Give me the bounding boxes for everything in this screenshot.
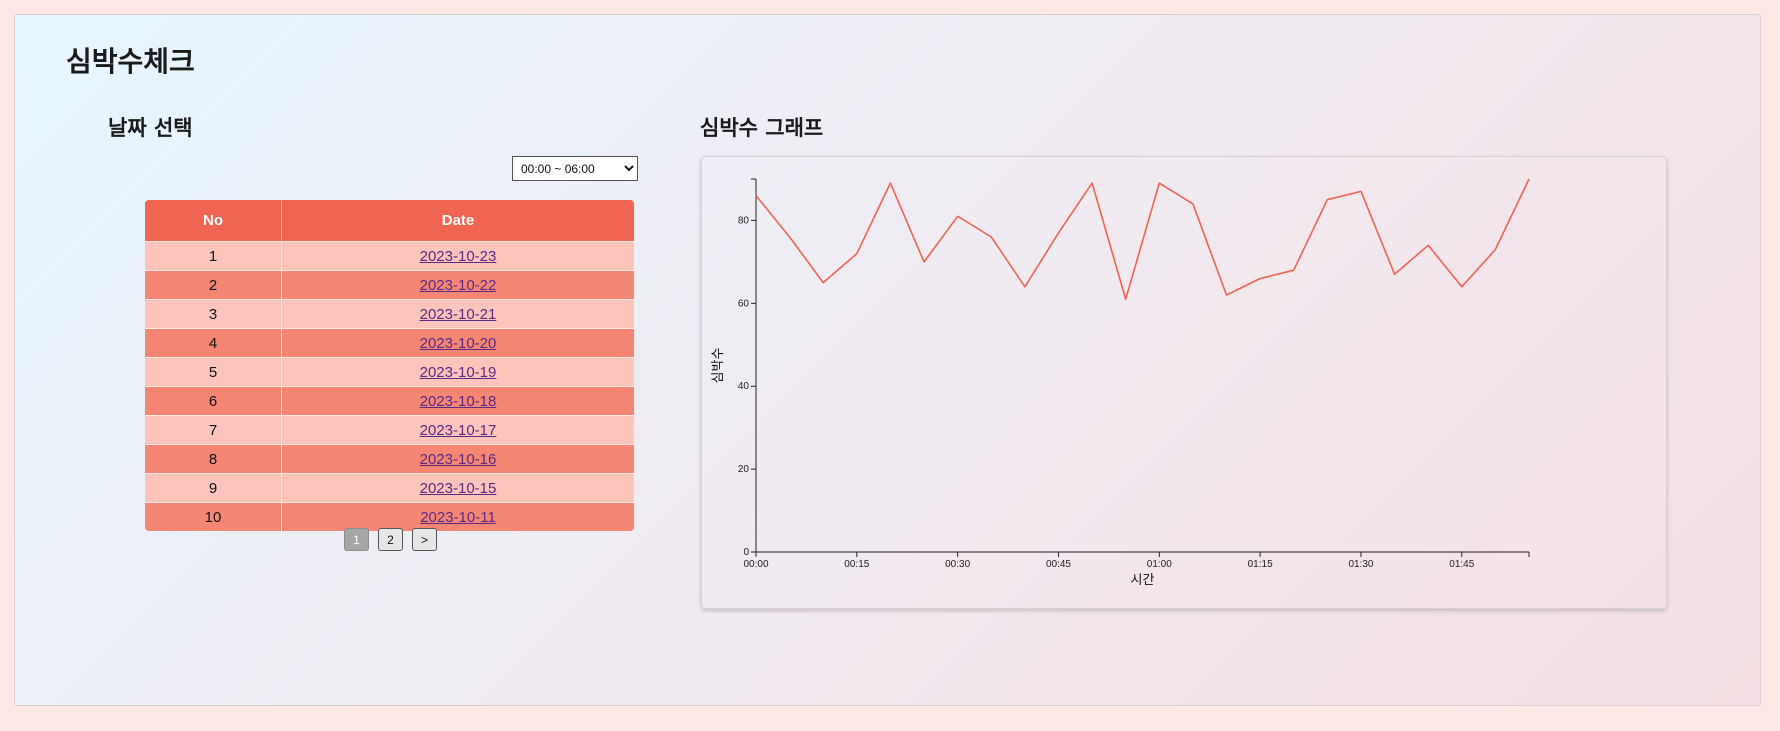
row-number: 7 — [145, 415, 282, 445]
date-link[interactable]: 2023-10-11 — [420, 509, 496, 526]
y-tick-label: 0 — [743, 547, 749, 558]
date-cell: 2023-10-16 — [281, 444, 634, 474]
date-cell: 2023-10-20 — [281, 328, 634, 358]
table-row: 9 2023-10-15 — [145, 473, 634, 503]
y-axis-label: 심박수 — [711, 348, 726, 384]
page-button-2[interactable]: 2 — [378, 528, 403, 551]
row-number: 10 — [145, 502, 282, 531]
date-link[interactable]: 2023-10-23 — [420, 248, 497, 265]
table-row: 3 2023-10-21 — [145, 299, 634, 329]
header-no: No — [145, 200, 282, 242]
pagination: 1 2 > — [344, 528, 437, 551]
date-cell: 2023-10-15 — [281, 473, 634, 503]
date-link[interactable]: 2023-10-15 — [420, 480, 497, 497]
row-number: 9 — [145, 473, 282, 503]
table-header-row: No Date — [145, 200, 634, 242]
table-row: 7 2023-10-17 — [145, 415, 634, 445]
heart-rate-line — [755, 178, 1530, 300]
x-tick-label: 01:45 — [1449, 559, 1474, 570]
table-row: 6 2023-10-18 — [145, 386, 634, 416]
date-link[interactable]: 2023-10-20 — [420, 335, 497, 352]
y-tick-label: 20 — [738, 464, 750, 475]
date-link[interactable]: 2023-10-18 — [420, 393, 497, 410]
time-range-select[interactable]: 00:00 ~ 06:00 — [512, 156, 638, 181]
date-link[interactable]: 2023-10-19 — [420, 364, 497, 381]
row-number: 8 — [145, 444, 282, 474]
x-tick-label: 00:00 — [743, 559, 768, 570]
row-number: 5 — [145, 357, 282, 387]
date-cell: 2023-10-19 — [281, 357, 634, 387]
y-tick-label: 80 — [738, 215, 750, 226]
table-row: 10 2023-10-11 — [145, 502, 634, 531]
table-row: 2 2023-10-22 — [145, 270, 634, 300]
table-row: 8 2023-10-16 — [145, 444, 634, 474]
date-cell: 2023-10-11 — [281, 502, 634, 531]
heart-rate-chart-svg: 0 20 40 60 80 00:00 00:15 00:30 00:45 01:00 01:15 0… — [711, 178, 1530, 588]
row-number: 2 — [145, 270, 282, 300]
heart-rate-chart: 0 20 40 60 80 00:00 00:15 00:30 00:45 01:00 01:15 0… — [701, 156, 1667, 609]
x-tick-label: 00:30 — [945, 559, 970, 570]
date-cell: 2023-10-17 — [281, 415, 634, 445]
table-row: 4 2023-10-20 — [145, 328, 634, 358]
page-title: 심박수체크 — [66, 45, 195, 78]
date-link[interactable]: 2023-10-16 — [420, 451, 497, 468]
header-date: Date — [281, 200, 634, 242]
next-page-button[interactable]: > — [412, 528, 437, 551]
table-row: 1 2023-10-23 — [145, 241, 634, 271]
x-tick-label: 00:15 — [844, 559, 869, 570]
row-number: 4 — [145, 328, 282, 358]
x-tick-label: 01:15 — [1248, 559, 1273, 570]
row-number: 3 — [145, 299, 282, 329]
date-cell: 2023-10-23 — [281, 241, 634, 271]
date-link[interactable]: 2023-10-21 — [420, 306, 497, 323]
x-tick-label: 01:00 — [1147, 559, 1172, 570]
date-cell: 2023-10-21 — [281, 299, 634, 329]
x-tick-label: 00:45 — [1046, 559, 1071, 570]
y-tick-label: 60 — [738, 298, 750, 309]
date-link[interactable]: 2023-10-22 — [420, 277, 497, 294]
y-tick-label: 40 — [738, 381, 750, 392]
date-cell: 2023-10-18 — [281, 386, 634, 416]
date-table: No Date 1 2023-10-23 2 2023-10-22 3 2023-10-2… — [145, 200, 634, 531]
page-button-1[interactable]: 1 — [344, 528, 369, 551]
table-row: 5 2023-10-19 — [145, 357, 634, 387]
date-link[interactable]: 2023-10-17 — [420, 422, 497, 439]
row-number: 6 — [145, 386, 282, 416]
date-cell: 2023-10-22 — [281, 270, 634, 300]
date-section-title: 날짜 선택 — [108, 116, 193, 140]
graph-section-title: 심박수 그래프 — [700, 116, 824, 140]
x-axis-label: 시간 — [1131, 573, 1155, 588]
row-number: 1 — [145, 241, 282, 271]
x-tick-label: 01:30 — [1348, 559, 1373, 570]
